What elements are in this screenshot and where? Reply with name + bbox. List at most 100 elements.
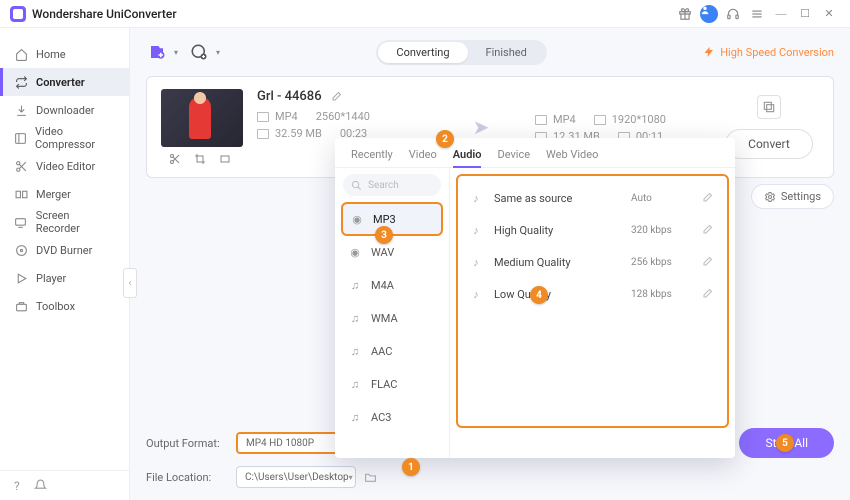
preset-same[interactable]: ♪Same as sourceAuto	[468, 182, 717, 214]
scissors-icon	[14, 159, 28, 173]
sidebar-item-editor[interactable]: Video Editor	[0, 152, 129, 180]
format-m4a[interactable]: ♫M4A	[335, 269, 449, 302]
user-avatar[interactable]	[698, 3, 720, 25]
format-aac[interactable]: ♫AAC	[335, 335, 449, 368]
maximize-button[interactable]: ☐	[794, 3, 816, 25]
help-icon[interactable]: ?	[14, 479, 20, 493]
add-url-button[interactable]	[188, 41, 210, 63]
sidebar-item-home[interactable]: Home	[0, 40, 129, 68]
download-icon	[14, 103, 28, 117]
converter-icon	[14, 75, 28, 89]
sidebar-item-toolbox[interactable]: Toolbox	[0, 292, 129, 320]
edit-icon[interactable]	[701, 192, 717, 204]
notification-icon[interactable]	[34, 479, 47, 492]
status-segment: Converting Finished	[376, 40, 546, 65]
file-title: Grl - 44686	[257, 89, 322, 104]
sidebar-item-dvd[interactable]: DVD Burner	[0, 236, 129, 264]
step-badge-5: 5	[776, 434, 794, 452]
play-icon	[14, 271, 28, 285]
music-icon: ♪	[468, 224, 484, 237]
tab-audio[interactable]: Audio	[453, 148, 482, 161]
audio-icon: ♫	[347, 312, 363, 326]
content-area: ‹ ▾ ▾ Converting Finished High Speed Con…	[130, 28, 850, 500]
file-location-label: File Location:	[146, 471, 228, 484]
film-icon	[535, 115, 547, 125]
sidebar-item-label: DVD Burner	[36, 244, 92, 257]
sidebar-item-downloader[interactable]: Downloader	[0, 96, 129, 124]
topbar: ▾ ▾ Converting Finished High Speed Conve…	[130, 28, 850, 76]
add-file-button[interactable]	[146, 41, 168, 63]
crop-icon[interactable]	[194, 153, 210, 165]
chevron-down-icon[interactable]: ▾	[216, 48, 220, 57]
home-icon	[14, 47, 28, 61]
output-format-label: Output Format:	[146, 437, 228, 450]
headset-icon[interactable]	[722, 3, 744, 25]
sidebar-item-label: Screen Recorder	[36, 209, 115, 235]
format-search[interactable]: Search	[343, 174, 441, 196]
audio-icon: ♫	[347, 279, 363, 293]
format-flac[interactable]: ♫FLAC	[335, 368, 449, 401]
edit-icon[interactable]	[701, 288, 717, 300]
app-title: Wondershare UniConverter	[32, 7, 177, 21]
disc-icon	[14, 243, 28, 257]
step-badge-2: 2	[436, 130, 454, 148]
rename-icon[interactable]	[330, 91, 342, 103]
gift-icon[interactable]	[674, 3, 696, 25]
film-icon	[257, 129, 269, 139]
effect-icon[interactable]	[219, 153, 235, 165]
preset-high[interactable]: ♪High Quality320 kbps	[468, 214, 717, 246]
music-icon: ♪	[468, 288, 484, 301]
chevron-down-icon[interactable]: ▾	[174, 48, 178, 57]
step-badge-4: 4	[530, 286, 548, 304]
compress-icon	[14, 131, 27, 145]
sidebar-item-label: Player	[36, 272, 66, 285]
step-badge-3: 3	[375, 226, 393, 244]
audio-icon: ♫	[347, 345, 363, 359]
trim-icon[interactable]	[169, 153, 185, 165]
disc-icon: ◉	[349, 212, 365, 226]
sidebar-item-converter[interactable]: Converter	[0, 68, 129, 96]
sidebar-collapse-handle[interactable]: ‹	[123, 268, 137, 298]
preset-low[interactable]: ♪Low Quality128 kbps	[468, 278, 717, 310]
sidebar-item-label: Home	[36, 48, 66, 61]
toolbox-icon	[14, 299, 28, 313]
sidebar-item-label: Video Editor	[36, 160, 95, 173]
sidebar: Home Converter Downloader Video Compress…	[0, 28, 130, 500]
tab-device[interactable]: Device	[497, 148, 530, 161]
step-badge-1: 1	[402, 458, 420, 476]
menu-icon[interactable]	[746, 3, 768, 25]
titlebar: Wondershare UniConverter — ☐ ✕	[0, 0, 850, 28]
minimize-button[interactable]: —	[770, 3, 792, 25]
queue-button[interactable]	[757, 95, 781, 119]
tab-webvideo[interactable]: Web Video	[546, 148, 598, 161]
app-logo	[10, 6, 26, 22]
convert-button[interactable]: Convert	[725, 129, 813, 159]
sidebar-item-merger[interactable]: Merger	[0, 180, 129, 208]
seg-finished[interactable]: Finished	[468, 42, 545, 63]
format-wav[interactable]: ◉WAV	[335, 236, 449, 269]
edit-icon[interactable]	[701, 224, 717, 236]
seg-converting[interactable]: Converting	[378, 42, 467, 63]
folder-icon[interactable]	[364, 471, 382, 484]
format-ac3[interactable]: ♫AC3	[335, 401, 449, 434]
edit-icon[interactable]	[701, 256, 717, 268]
film-icon	[594, 115, 606, 125]
merger-icon	[14, 187, 28, 201]
sidebar-item-player[interactable]: Player	[0, 264, 129, 292]
tab-recently[interactable]: Recently	[351, 148, 393, 161]
file-location-select[interactable]: C:\Users\User\Desktop▾	[236, 466, 356, 488]
format-wma[interactable]: ♫WMA	[335, 302, 449, 335]
music-icon: ♪	[468, 192, 484, 205]
video-thumbnail[interactable]	[161, 89, 243, 147]
close-button[interactable]: ✕	[818, 3, 840, 25]
music-icon: ♪	[468, 256, 484, 269]
sidebar-item-compressor[interactable]: Video Compressor	[0, 124, 129, 152]
settings-button[interactable]: Settings	[751, 184, 834, 209]
preset-medium[interactable]: ♪Medium Quality256 kbps	[468, 246, 717, 278]
film-icon	[257, 112, 269, 122]
high-speed-toggle[interactable]: High Speed Conversion	[703, 46, 834, 59]
recorder-icon	[14, 215, 28, 229]
sidebar-item-label: Converter	[36, 76, 85, 89]
sidebar-item-recorder[interactable]: Screen Recorder	[0, 208, 129, 236]
tab-video[interactable]: Video	[409, 148, 437, 161]
